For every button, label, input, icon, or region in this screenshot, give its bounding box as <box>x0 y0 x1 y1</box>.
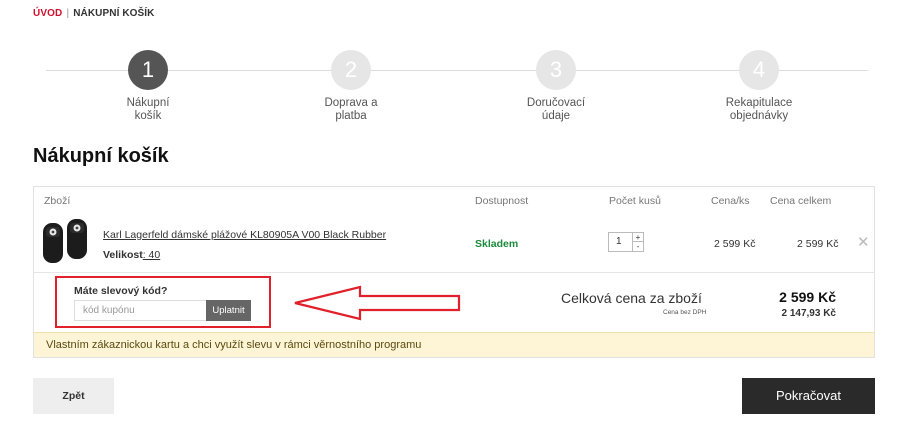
breadcrumb-separator: | <box>66 8 70 19</box>
quantity-decrease-button[interactable]: - <box>632 242 643 251</box>
breadcrumb-home-link[interactable]: ÚVOD <box>33 8 62 19</box>
coupon-input[interactable]: kód kupónu <box>74 300 207 321</box>
coupon-section: Máte slevový kód? kód kupónu Uplatnit <box>55 276 271 328</box>
price-without-vat-label: Cena bez DPH <box>663 309 707 316</box>
availability-status: Skladem <box>475 238 519 250</box>
product-image[interactable] <box>42 217 90 265</box>
page-title: Nákupní košík <box>33 145 169 167</box>
close-icon[interactable]: ✕ <box>857 233 870 251</box>
quantity-stepper[interactable]: 1 + - <box>608 232 644 252</box>
step-number: 3 <box>536 50 576 90</box>
back-button[interactable]: Zpět <box>33 378 114 414</box>
step-label: Rekapitulace objednávky <box>725 97 793 122</box>
step-label: Doprava a platba <box>324 97 378 122</box>
continue-button[interactable]: Pokračovat <box>742 378 875 414</box>
step-number: 4 <box>739 50 779 90</box>
unit-price: 2 599 Kč <box>714 238 756 250</box>
apply-coupon-button[interactable]: Uplatnit <box>206 300 251 321</box>
product-size: Velikost: 40 <box>103 249 160 261</box>
annotation-arrow-icon <box>294 285 461 321</box>
table-row: Karl Lagerfeld dámské plážové KL80905A V… <box>34 213 874 273</box>
size-label: Velikost <box>103 249 143 261</box>
product-name-link[interactable]: Karl Lagerfeld dámské plážové KL80905A V… <box>103 229 386 241</box>
step-summary: 4 Rekapitulace objednávky <box>699 50 819 123</box>
quantity-value[interactable]: 1 <box>616 236 622 247</box>
step-shipping: 2 Doprava a platba <box>291 50 411 123</box>
cart-total-label: Celková cena za zboží <box>561 290 702 306</box>
breadcrumb-current: NÁKUPNÍ KOŠÍK <box>73 8 155 19</box>
cart-table: Zboží Dostupnost Počet kusů Cena/ks Cena… <box>33 186 875 358</box>
size-value: : 40 <box>142 249 161 261</box>
column-header-quantity: Počet kusů <box>609 195 661 207</box>
step-label: Doručovací údaje <box>526 97 586 122</box>
step-label: Nákupní košík <box>126 97 170 122</box>
column-header-unit-price: Cena/ks <box>711 195 750 207</box>
column-header-availability: Dostupnost <box>475 195 529 207</box>
price-without-vat: 2 147,93 Kč <box>781 308 837 319</box>
cart-total-price: 2 599 Kč <box>779 289 836 305</box>
step-number: 1 <box>128 50 168 90</box>
coupon-title: Máte slevový kód? <box>74 285 168 297</box>
breadcrumb: ÚVOD | NÁKUPNÍ KOŠÍK <box>33 8 155 19</box>
quantity-increase-button[interactable]: + <box>632 233 643 242</box>
loyalty-program-option[interactable]: Vlastním zákaznickou kartu a chci využít… <box>34 332 874 357</box>
step-number: 2 <box>331 50 371 90</box>
step-delivery: 3 Doručovací údaje <box>496 50 616 123</box>
step-cart: 1 Nákupní košík <box>88 50 208 123</box>
column-header-total-price: Cena celkem <box>770 195 832 207</box>
column-header-product: Zboží <box>44 195 71 207</box>
total-price: 2 599 Kč <box>797 238 839 250</box>
